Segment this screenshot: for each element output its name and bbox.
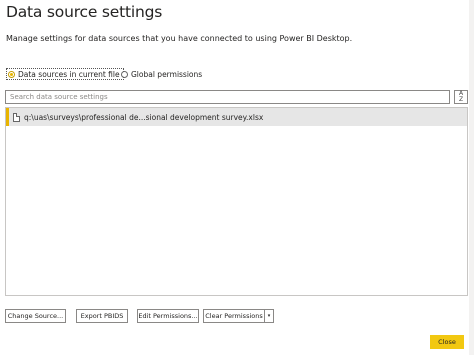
radio-global-permissions-label: Global permissions [131,69,203,79]
list-item[interactable]: q:\uas\surveys\professional de...sional … [6,108,467,126]
chevron-down-icon[interactable]: ▾ [264,309,274,323]
radio-global-permissions[interactable]: Global permissions [121,68,202,80]
radio-selected-icon [8,70,15,78]
window-edge [469,0,474,355]
data-source-list[interactable]: q:\uas\surveys\professional de...sional … [5,107,468,296]
edit-permissions-button[interactable]: Edit Permissions... [137,309,199,323]
data-source-path: q:\uas\surveys\professional de...sional … [24,112,264,122]
dialog-subtitle: Manage settings for data sources that yo… [6,34,353,43]
search-input[interactable] [5,90,450,104]
radio-unselected-icon [121,70,128,78]
file-icon [13,112,20,122]
close-button[interactable]: Close [430,335,464,349]
clear-permissions-button[interactable]: Clear Permissions [203,309,264,323]
sort-glyph-bottom: Z [458,96,464,103]
export-pbids-button[interactable]: Export PBIDS [76,309,128,323]
change-source-button[interactable]: Change Source... [5,309,66,323]
scope-radio-group: Data sources in current file Global perm… [6,68,202,80]
radio-current-file[interactable]: Data sources in current file [6,68,124,80]
radio-current-file-label: Data sources in current file [18,69,120,79]
sort-az-icon[interactable]: A Z [454,90,468,104]
dialog-title: Data source settings [6,3,163,21]
